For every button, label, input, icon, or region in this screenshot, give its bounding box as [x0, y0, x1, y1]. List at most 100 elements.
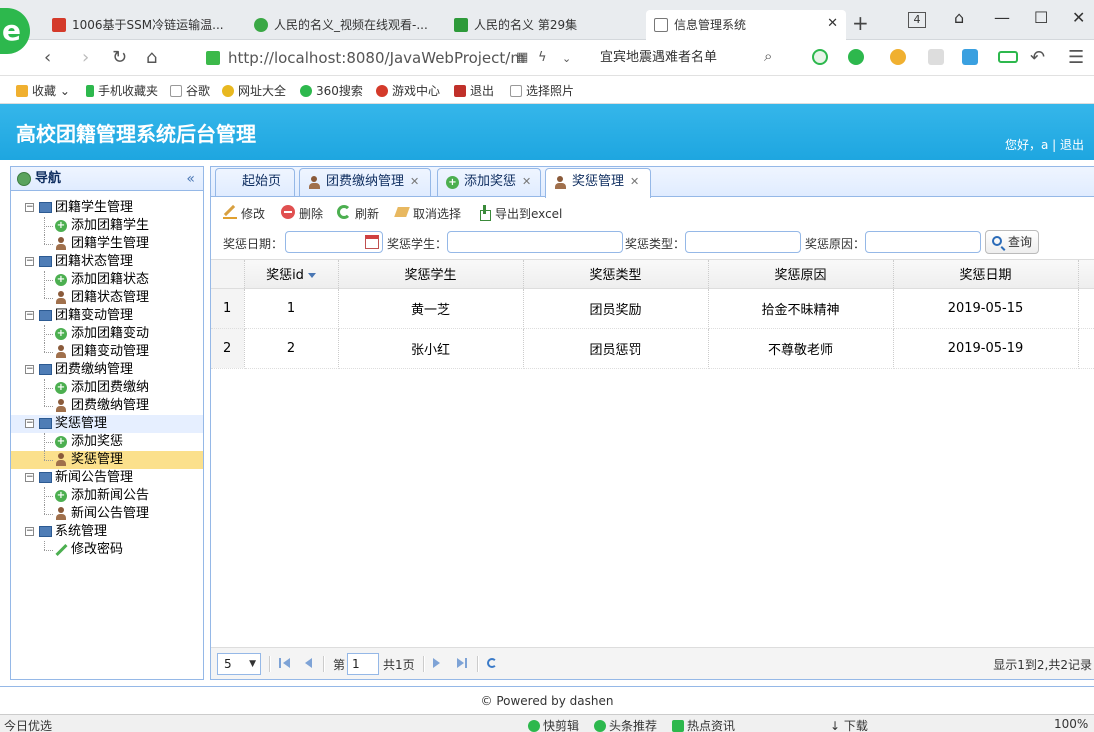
- zoom-level[interactable]: 100%: [1054, 717, 1088, 731]
- reload-icon[interactable]: ↻: [112, 47, 127, 68]
- next-page-icon[interactable]: [433, 658, 443, 668]
- close-icon[interactable]: ✕: [630, 175, 639, 188]
- collapse-toggle-icon[interactable]: −: [25, 365, 34, 374]
- browser-tab-2[interactable]: 人民的名义_视频在线观看-...: [246, 10, 442, 40]
- query-button[interactable]: 查询: [985, 230, 1040, 254]
- nav-item[interactable]: 团籍学生管理: [11, 235, 203, 253]
- url-input[interactable]: http://localhost:8080/JavaWebProject/m: [204, 46, 525, 70]
- bookmark-item[interactable]: 谷歌: [170, 82, 210, 99]
- back-icon[interactable]: ‹: [44, 47, 51, 68]
- browser-search-input[interactable]: 宜宾地震遇难者名单: [590, 46, 790, 70]
- export-excel-button[interactable]: 导出到excel: [477, 205, 562, 222]
- collapse-toggle-icon[interactable]: −: [25, 527, 34, 536]
- column-header-reason[interactable]: 奖惩原因: [708, 260, 894, 289]
- column-header-type[interactable]: 奖惩类型: [523, 260, 709, 289]
- nav-item[interactable]: 新闻公告管理: [11, 505, 203, 523]
- bookmark-item[interactable]: 选择照片: [510, 82, 574, 99]
- edit-button[interactable]: 修改: [223, 205, 265, 222]
- browser-tab-1[interactable]: 1006基于SSM冷链运输温...: [44, 10, 242, 40]
- cancel-select-button[interactable]: 取消选择: [395, 205, 461, 222]
- tab-fee-payment[interactable]: 团费缴纳管理 ✕: [299, 168, 431, 196]
- nav-group[interactable]: − 系统管理: [11, 523, 203, 541]
- page-number-input[interactable]: 1: [347, 653, 379, 675]
- prev-page-icon[interactable]: [303, 658, 313, 668]
- tab-home[interactable]: 起始页: [215, 168, 295, 196]
- last-page-icon[interactable]: [457, 658, 467, 668]
- bookmark-item[interactable]: 退出: [454, 82, 494, 99]
- nav-item[interactable]: + 添加团籍变动: [11, 325, 203, 343]
- forward-icon[interactable]: ›: [82, 47, 89, 68]
- collapse-toggle-icon[interactable]: −: [25, 257, 34, 266]
- table-row[interactable]: 2 2 张小红 团员惩罚 不尊敬老师 2019-05-19: [211, 328, 1094, 369]
- tab-add-reward[interactable]: + 添加奖惩 ✕: [437, 168, 541, 196]
- delete-button[interactable]: 删除: [281, 205, 323, 222]
- collapse-toggle-icon[interactable]: −: [25, 203, 34, 212]
- nav-item[interactable]: + 添加团籍学生: [11, 217, 203, 235]
- coin-icon[interactable]: [890, 49, 906, 65]
- chevron-down-icon[interactable]: ⌄: [562, 52, 571, 65]
- column-header-student[interactable]: 奖惩学生: [338, 260, 524, 289]
- first-page-icon[interactable]: [279, 658, 290, 668]
- translate-icon[interactable]: [848, 49, 864, 65]
- calendar-icon[interactable]: [365, 235, 379, 249]
- reload-icon[interactable]: [487, 658, 497, 668]
- tab-reward-manage[interactable]: 奖惩管理 ✕: [545, 168, 651, 198]
- status-item[interactable]: 热点资讯: [672, 717, 735, 732]
- bookmark-item[interactable]: 网址大全: [222, 82, 286, 99]
- new-tab-button[interactable]: +: [852, 11, 869, 35]
- nav-item[interactable]: + 添加奖惩: [11, 433, 203, 451]
- qr-icon[interactable]: ▦: [516, 50, 528, 65]
- nav-item[interactable]: 团籍状态管理: [11, 289, 203, 307]
- shirt-icon[interactable]: ⌂: [954, 8, 964, 27]
- browser-tab-3[interactable]: 人民的名义 第29集: [446, 10, 642, 40]
- column-header-date[interactable]: 奖惩日期: [893, 260, 1079, 289]
- nav-item[interactable]: + 添加团籍状态: [11, 271, 203, 289]
- column-header-id[interactable]: 奖惩id: [244, 260, 339, 289]
- bookmark-item[interactable]: 收藏 ⌄: [16, 82, 70, 99]
- browser-tab-active[interactable]: 信息管理系统 ✕: [646, 10, 846, 40]
- nav-group[interactable]: − 团费缴纳管理: [11, 361, 203, 379]
- menu-icon[interactable]: ☰: [1068, 47, 1084, 68]
- status-item[interactable]: 头条推荐: [594, 717, 657, 732]
- scissors-icon[interactable]: [812, 49, 828, 65]
- close-window-button[interactable]: ✕: [1072, 8, 1085, 27]
- nav-group[interactable]: − 团籍学生管理: [11, 199, 203, 217]
- type-input[interactable]: [685, 231, 801, 253]
- date-input[interactable]: [285, 231, 383, 253]
- page-size-select[interactable]: 5: [217, 653, 261, 675]
- student-input[interactable]: [447, 231, 623, 253]
- nav-group[interactable]: − 团籍变动管理: [11, 307, 203, 325]
- battery-icon[interactable]: [998, 51, 1018, 63]
- logout-link[interactable]: 退出: [1060, 138, 1084, 152]
- nav-group[interactable]: − 新闻公告管理: [11, 469, 203, 487]
- nav-item[interactable]: 团籍变动管理: [11, 343, 203, 361]
- bookmark-item[interactable]: 360搜索: [300, 82, 363, 99]
- reason-input[interactable]: [865, 231, 981, 253]
- collapse-icon[interactable]: «: [186, 167, 195, 191]
- lightning-icon[interactable]: ϟ: [538, 50, 547, 65]
- close-icon[interactable]: ✕: [522, 175, 531, 188]
- close-icon[interactable]: ✕: [410, 175, 419, 188]
- table-row[interactable]: 1 1 黄一芝 团员奖励 拾金不昧精神 2019-05-15: [211, 288, 1094, 329]
- close-tab-icon[interactable]: ✕: [827, 16, 838, 31]
- nav-item[interactable]: 修改密码: [11, 541, 203, 559]
- tab-count-badge[interactable]: 4: [908, 12, 926, 28]
- maximize-button[interactable]: ☐: [1034, 8, 1048, 27]
- bookmark-item[interactable]: 手机收藏夹: [86, 82, 158, 99]
- collapse-toggle-icon[interactable]: −: [25, 473, 34, 482]
- nav-group[interactable]: − 团籍状态管理: [11, 253, 203, 271]
- search-icon[interactable]: ⌕: [764, 47, 772, 65]
- nav-item[interactable]: 团费缴纳管理: [11, 397, 203, 415]
- nav-item[interactable]: 奖惩管理: [11, 451, 203, 469]
- status-left-text[interactable]: 今日优选: [4, 717, 52, 732]
- undo-icon[interactable]: ↶: [1030, 47, 1045, 68]
- status-item[interactable]: ↓ 下载: [830, 717, 868, 732]
- bookmark-item[interactable]: 游戏中心: [376, 82, 440, 99]
- status-item[interactable]: 快剪辑: [528, 717, 579, 732]
- collapse-toggle-icon[interactable]: −: [25, 311, 34, 320]
- apps-icon[interactable]: [962, 49, 978, 65]
- nav-group[interactable]: − 奖惩管理: [11, 415, 203, 433]
- image-icon[interactable]: [928, 49, 944, 65]
- minimize-button[interactable]: —: [994, 8, 1010, 27]
- collapse-toggle-icon[interactable]: −: [25, 419, 34, 428]
